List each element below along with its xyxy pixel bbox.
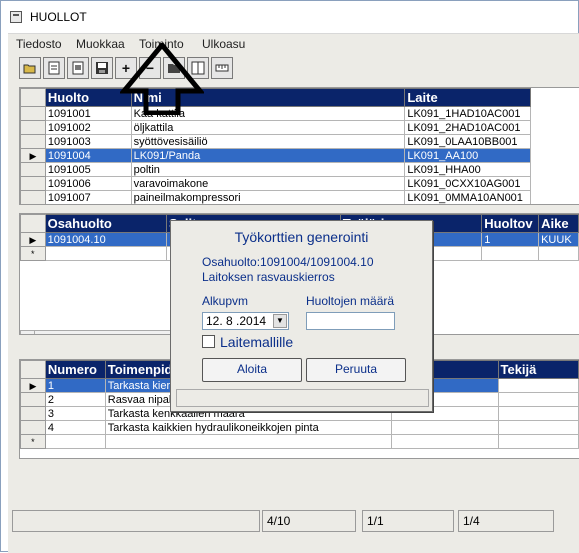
main-window: HUOLLOT Tiedosto Muokkaa Toiminto Ulkoas… xyxy=(0,0,579,553)
table-row[interactable]: 1091007 paineilmakompressori LK091_0MMA10A… xyxy=(20,190,579,204)
start-date-label: Alkupvm xyxy=(202,294,249,308)
table-row[interactable]: 1091001 Kaa kattila LK091_1HAD10AC001 xyxy=(20,106,579,121)
menu-muokkaa[interactable]: Muokkaa xyxy=(76,37,125,51)
new-row-marker: * xyxy=(20,246,46,261)
start-button[interactable]: Aloita xyxy=(202,358,302,382)
table-row[interactable]: 1091002 öljkattila LK091_2HAD10AC001 xyxy=(20,120,579,135)
status-pane-huolto: 4/10 xyxy=(262,510,356,532)
column-header-aike[interactable]: Aike xyxy=(538,214,579,233)
properties-icon[interactable] xyxy=(43,57,65,79)
column-header-osahuolto[interactable]: Osahuolto xyxy=(44,214,167,233)
properties-alt-icon[interactable] xyxy=(67,57,89,79)
dialog-osahuolto-line: Osahuolto:1091004/1091004.10 xyxy=(202,255,374,269)
up-arrow-overlay-icon xyxy=(120,43,204,115)
model-checkbox[interactable] xyxy=(202,335,215,348)
start-date-picker[interactable]: 12. 8 .2014 ▼ xyxy=(202,312,289,330)
ruler-icon[interactable] xyxy=(211,57,233,79)
row-pointer-icon[interactable]: ▶ xyxy=(20,232,46,247)
table-row-selected[interactable]: ▶ 1091004 LK091/Panda LK091_AA100 xyxy=(20,148,579,163)
dialog-title: Työkorttien generointi xyxy=(234,229,369,245)
save-icon[interactable] xyxy=(91,57,113,79)
column-header-laite[interactable]: Laite xyxy=(404,88,532,107)
row-pointer-icon[interactable]: ▶ xyxy=(20,378,46,393)
generate-cards-dialog: Työkorttien generointi Osahuolto:1091004… xyxy=(170,220,433,412)
status-pane-toimenpide: 1/4 xyxy=(458,510,554,532)
toolbar: + − xyxy=(8,53,579,85)
menu-bar: Tiedosto Muokkaa Toiminto Ulkoasu xyxy=(8,33,579,53)
column-header-numero[interactable]: Numero xyxy=(44,360,106,379)
column-header-huolto[interactable]: Huolto xyxy=(44,88,132,107)
menu-ulkoasu[interactable]: Ulkoasu xyxy=(202,37,245,51)
row-header-corner xyxy=(20,360,46,379)
row-header-corner xyxy=(20,88,46,107)
model-checkbox-label[interactable]: Laitemallille xyxy=(220,334,293,350)
dialog-description: Laitoksen rasvauskierros xyxy=(202,270,335,284)
table-row[interactable]: 4 Tarkasta kaikkien hydraulikoneikkojen p… xyxy=(20,420,579,435)
huolto-grid: Huolto Nimi Laite 1091001 Kaa kattila LK09… xyxy=(19,87,579,205)
status-pane-main xyxy=(12,510,260,532)
open-folder-icon[interactable] xyxy=(19,57,41,79)
count-label: Huoltojen määrä xyxy=(306,294,395,308)
horizontal-scrollbar[interactable]: ◀ xyxy=(20,330,182,334)
menu-tiedosto[interactable]: Tiedosto xyxy=(16,37,62,51)
table-row[interactable]: 1091006 varavoimakone LK091_0CXX10AG001 xyxy=(20,176,579,191)
count-input[interactable] xyxy=(306,312,395,330)
window-title: HUOLLOT xyxy=(30,10,87,24)
table-row[interactable]: 1091003 syöttövesisäiliö LK091_0LAA10BB001 xyxy=(20,134,579,149)
app-icon xyxy=(10,11,22,23)
scroll-left-icon[interactable]: ◀ xyxy=(21,331,35,334)
start-date-value[interactable]: 12. 8 .2014 xyxy=(206,314,266,328)
column-header-huoltov[interactable]: Huoltov xyxy=(481,214,540,233)
cancel-button[interactable]: Peruuta xyxy=(306,358,406,382)
row-header-corner xyxy=(20,214,46,233)
title-bar: HUOLLOT xyxy=(1,1,578,33)
new-row-marker: * xyxy=(20,434,46,449)
chevron-down-icon[interactable]: ▼ xyxy=(273,314,287,328)
row-pointer-icon[interactable]: ▶ xyxy=(20,148,46,163)
column-header-tekija[interactable]: Tekijä xyxy=(497,360,579,379)
empty-header xyxy=(530,88,579,107)
dialog-progress-bar xyxy=(176,389,429,407)
table-row[interactable]: 1091005 poltin LK091_HHA00 xyxy=(20,162,579,177)
status-pane-osahuolto: 1/1 xyxy=(362,510,454,532)
new-row[interactable]: * xyxy=(20,434,579,449)
